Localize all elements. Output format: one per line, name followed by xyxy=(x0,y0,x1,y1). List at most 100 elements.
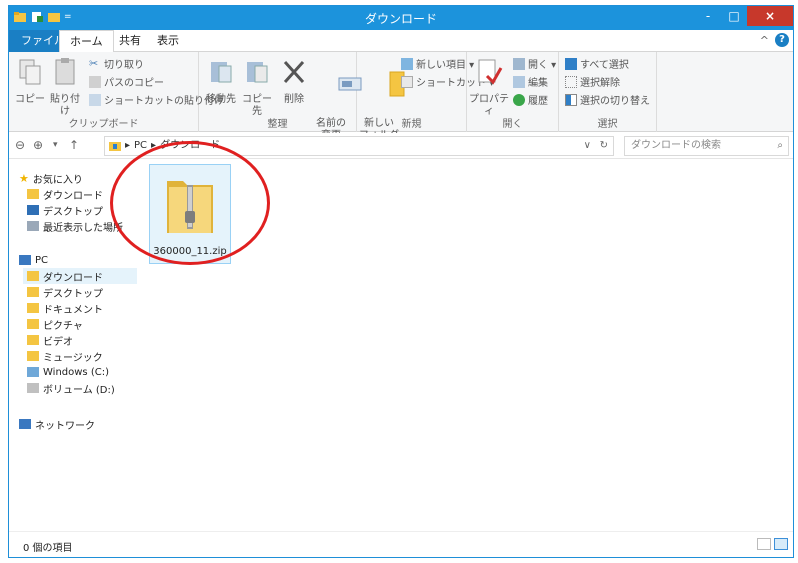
properties-button[interactable]: プロパティ xyxy=(469,56,509,118)
nav-pc-documents[interactable]: ドキュメント xyxy=(27,300,103,316)
nav-pc-pictures[interactable]: ピクチャ xyxy=(27,316,83,332)
history-icon xyxy=(513,93,525,106)
select-all-button[interactable]: すべて選択 xyxy=(565,56,629,71)
copy-icon xyxy=(19,59,41,85)
move-to-icon xyxy=(211,62,232,83)
ribbon: コピー 貼り付け ✂ 切り取り パスのコピー ショートカットの貼り付け クリップボ… xyxy=(9,52,793,141)
maximize-button[interactable]: □ xyxy=(721,6,747,26)
pc-icon xyxy=(19,255,31,265)
open-button[interactable]: 開く ▾ xyxy=(513,56,556,71)
select-none-button[interactable]: 選択解除 xyxy=(565,74,620,89)
star-icon: ★ xyxy=(19,171,29,185)
new-item-icon xyxy=(401,57,413,70)
network-icon xyxy=(19,419,31,429)
refresh-icon[interactable]: ↻ xyxy=(600,137,608,155)
cut-button[interactable]: ✂ 切り取り xyxy=(89,56,144,71)
open-icon xyxy=(513,57,525,70)
move-to-button[interactable]: 移動先 xyxy=(203,56,239,106)
new-group: 新しい フォルダー 新しい項目 ▾ ショートカット ▾ 新規 xyxy=(357,52,494,141)
group-label: クリップボード xyxy=(68,119,139,130)
group-label: 開く xyxy=(502,119,523,130)
file-name: 360000_11.zip xyxy=(153,246,227,257)
close-button[interactable]: × xyxy=(747,6,793,26)
nav-fav-downloads[interactable]: ダウンロード xyxy=(27,186,103,202)
edit-button[interactable]: 編集 xyxy=(513,74,548,89)
copy-to-icon xyxy=(247,62,268,83)
large-icons-view-button[interactable] xyxy=(774,538,788,550)
nav-pc-downloads[interactable]: ダウンロード xyxy=(23,268,137,284)
forward-button[interactable]: ⊕ xyxy=(33,138,43,152)
select-group: すべて選択 選択解除 選択の切り替え 選択 xyxy=(559,52,657,132)
group-label: 新規 xyxy=(401,119,422,130)
edit-icon xyxy=(513,75,525,88)
desktop-icon xyxy=(27,205,39,215)
delete-button[interactable]: 削除 xyxy=(279,56,309,106)
explorer-window: = ダウンロード - □ × ファイル ホーム 共有 表示 ^ ? コピー 貼り… xyxy=(8,5,794,558)
window-title: ダウンロード xyxy=(364,12,437,26)
breadcrumb-pc[interactable]: PC xyxy=(134,137,147,155)
up-button[interactable]: ↑ xyxy=(69,138,79,152)
tab-view[interactable]: 表示 xyxy=(147,30,189,52)
documents-folder-icon xyxy=(27,303,39,313)
nav-pc-desktop[interactable]: デスクトップ xyxy=(27,284,103,300)
shortcut-icon xyxy=(89,93,101,106)
shortcut-arrow-icon xyxy=(401,75,413,88)
ribbon-controls: ^ ? xyxy=(760,33,789,47)
recent-places-icon xyxy=(27,221,39,231)
group-label: 選択 xyxy=(597,119,618,130)
music-folder-icon xyxy=(27,351,39,361)
navigation-pane: ★ お気に入り ダウンロード デスクトップ 最近表示した場所 PC ダウンロード… xyxy=(9,160,139,530)
nav-fav-recent[interactable]: 最近表示した場所 xyxy=(27,218,123,234)
help-icon[interactable]: ? xyxy=(775,33,789,47)
item-count: 0 個の項目 xyxy=(23,543,73,554)
nav-pc-drive-d[interactable]: ボリューム (D:) xyxy=(27,380,115,396)
downloads-folder-icon xyxy=(27,271,39,281)
recent-locations-icon[interactable]: ▾ xyxy=(53,140,58,150)
title-bar: = ダウンロード - □ × xyxy=(9,6,793,30)
tab-share[interactable]: 共有 xyxy=(109,30,151,52)
paste-button[interactable]: 貼り付け xyxy=(47,56,83,118)
copy-path-button[interactable]: パスのコピー xyxy=(89,74,164,89)
copy-button[interactable]: コピー xyxy=(15,56,45,106)
details-view-button[interactable] xyxy=(757,538,771,550)
windows-drive-icon xyxy=(27,367,39,377)
zip-folder-icon xyxy=(167,181,213,233)
breadcrumb-separator-icon: ▸ xyxy=(151,140,157,151)
nav-pc-music[interactable]: ミュージック xyxy=(27,348,103,364)
select-none-icon xyxy=(565,75,577,88)
select-all-icon xyxy=(565,57,577,70)
open-group: プロパティ 開く ▾ 編集 履歴 開く xyxy=(467,52,559,132)
invert-selection-button[interactable]: 選択の切り替え xyxy=(565,92,650,107)
address-bar[interactable]: ▸ PC ▸ ダウンロード ∨ ↻ xyxy=(104,136,614,156)
nav-fav-desktop[interactable]: デスクトップ xyxy=(27,202,103,218)
desktop-folder-icon xyxy=(27,287,39,297)
status-bar: 0 個の項目 xyxy=(9,531,793,557)
ribbon-collapse-icon[interactable]: ^ xyxy=(760,34,769,47)
nav-network[interactable]: ネットワーク xyxy=(19,416,95,432)
address-row: ⊖ ⊕ ▾ ↑ ▸ PC ▸ ダウンロード ∨ ↻ ダウンロードの検索 ⌕ xyxy=(9,133,793,159)
pictures-folder-icon xyxy=(27,319,39,329)
nav-favorites[interactable]: ★ お気に入り xyxy=(19,170,83,186)
tab-home[interactable]: ホーム xyxy=(59,30,114,53)
videos-folder-icon xyxy=(27,335,39,345)
file-item[interactable]: 360000_11.zip xyxy=(149,164,231,264)
search-icon: ⌕ xyxy=(777,140,783,151)
copy-to-button[interactable]: コピー先 xyxy=(239,56,275,118)
scissors-icon: ✂ xyxy=(89,56,99,70)
delete-icon xyxy=(283,60,305,84)
new-item-button[interactable]: 新しい項目 ▾ xyxy=(401,56,474,71)
clipboard-group: コピー 貼り付け ✂ 切り取り パスのコピー ショートカットの貼り付け クリップボ… xyxy=(9,52,224,132)
file-list: 360000_11.zip xyxy=(141,160,791,530)
back-button[interactable]: ⊖ xyxy=(15,138,25,152)
search-input[interactable]: ダウンロードの検索 ⌕ xyxy=(624,136,789,156)
nav-pc[interactable]: PC xyxy=(19,252,48,268)
ribbon-tabs: ファイル ホーム 共有 表示 ^ ? xyxy=(9,30,793,53)
nav-pc-videos[interactable]: ビデオ xyxy=(27,332,73,348)
history-button[interactable]: 履歴 xyxy=(513,92,548,107)
address-dropdown-icon[interactable]: ∨ xyxy=(584,137,591,155)
path-icon xyxy=(89,75,101,88)
breadcrumb-separator-icon: ▸ xyxy=(125,140,131,151)
minimize-button[interactable]: - xyxy=(695,6,721,26)
nav-pc-drive-c[interactable]: Windows (C:) xyxy=(27,364,109,380)
breadcrumb-downloads[interactable]: ダウンロード xyxy=(160,137,220,155)
